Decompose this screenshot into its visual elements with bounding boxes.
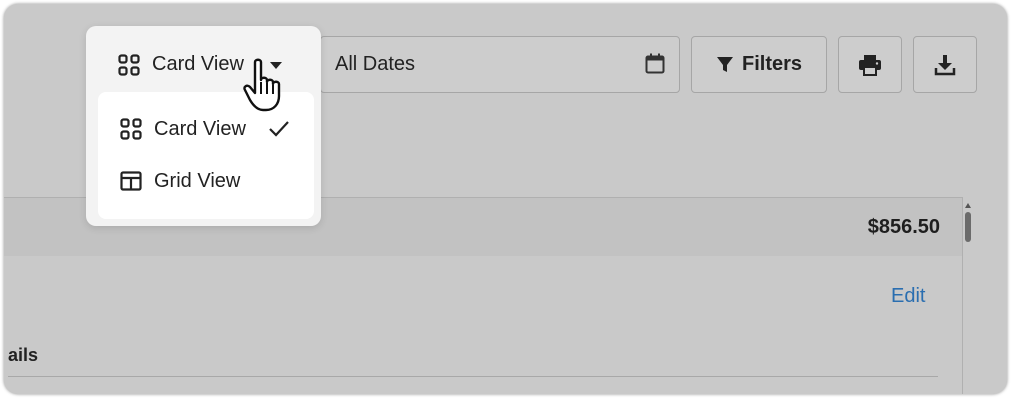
date-range-value: All Dates xyxy=(335,53,416,75)
date-range-input[interactable]: All Dates xyxy=(320,36,680,93)
filters-button[interactable]: Filters xyxy=(691,36,827,93)
download-icon xyxy=(934,54,956,76)
scroll-up-icon[interactable] xyxy=(965,203,971,208)
order-total: $856.50 xyxy=(867,216,940,238)
menu-item-label: Card View xyxy=(154,117,246,140)
section-divider xyxy=(8,376,938,377)
card-view-icon xyxy=(118,53,140,76)
hand-cursor-icon xyxy=(243,58,287,114)
checkmark-icon xyxy=(268,120,290,138)
menu-item-label: Grid View xyxy=(154,169,241,192)
order-card: $856.50 xyxy=(4,197,963,394)
card-view-icon xyxy=(120,118,142,140)
calendar-icon[interactable] xyxy=(645,53,665,75)
filter-icon xyxy=(716,56,734,74)
details-section-label: ails xyxy=(8,345,39,365)
menu-item-grid-view[interactable]: Grid View xyxy=(98,158,314,204)
grid-view-icon xyxy=(120,171,142,191)
scroll-thumb[interactable] xyxy=(965,212,971,242)
view-switcher-label: Card View xyxy=(152,53,244,75)
vertical-scrollbar[interactable] xyxy=(962,200,974,394)
download-button[interactable] xyxy=(913,36,977,93)
filters-label: Filters xyxy=(741,53,803,75)
edit-link[interactable]: Edit xyxy=(891,285,925,308)
print-icon xyxy=(858,54,882,76)
print-button[interactable] xyxy=(838,36,902,93)
